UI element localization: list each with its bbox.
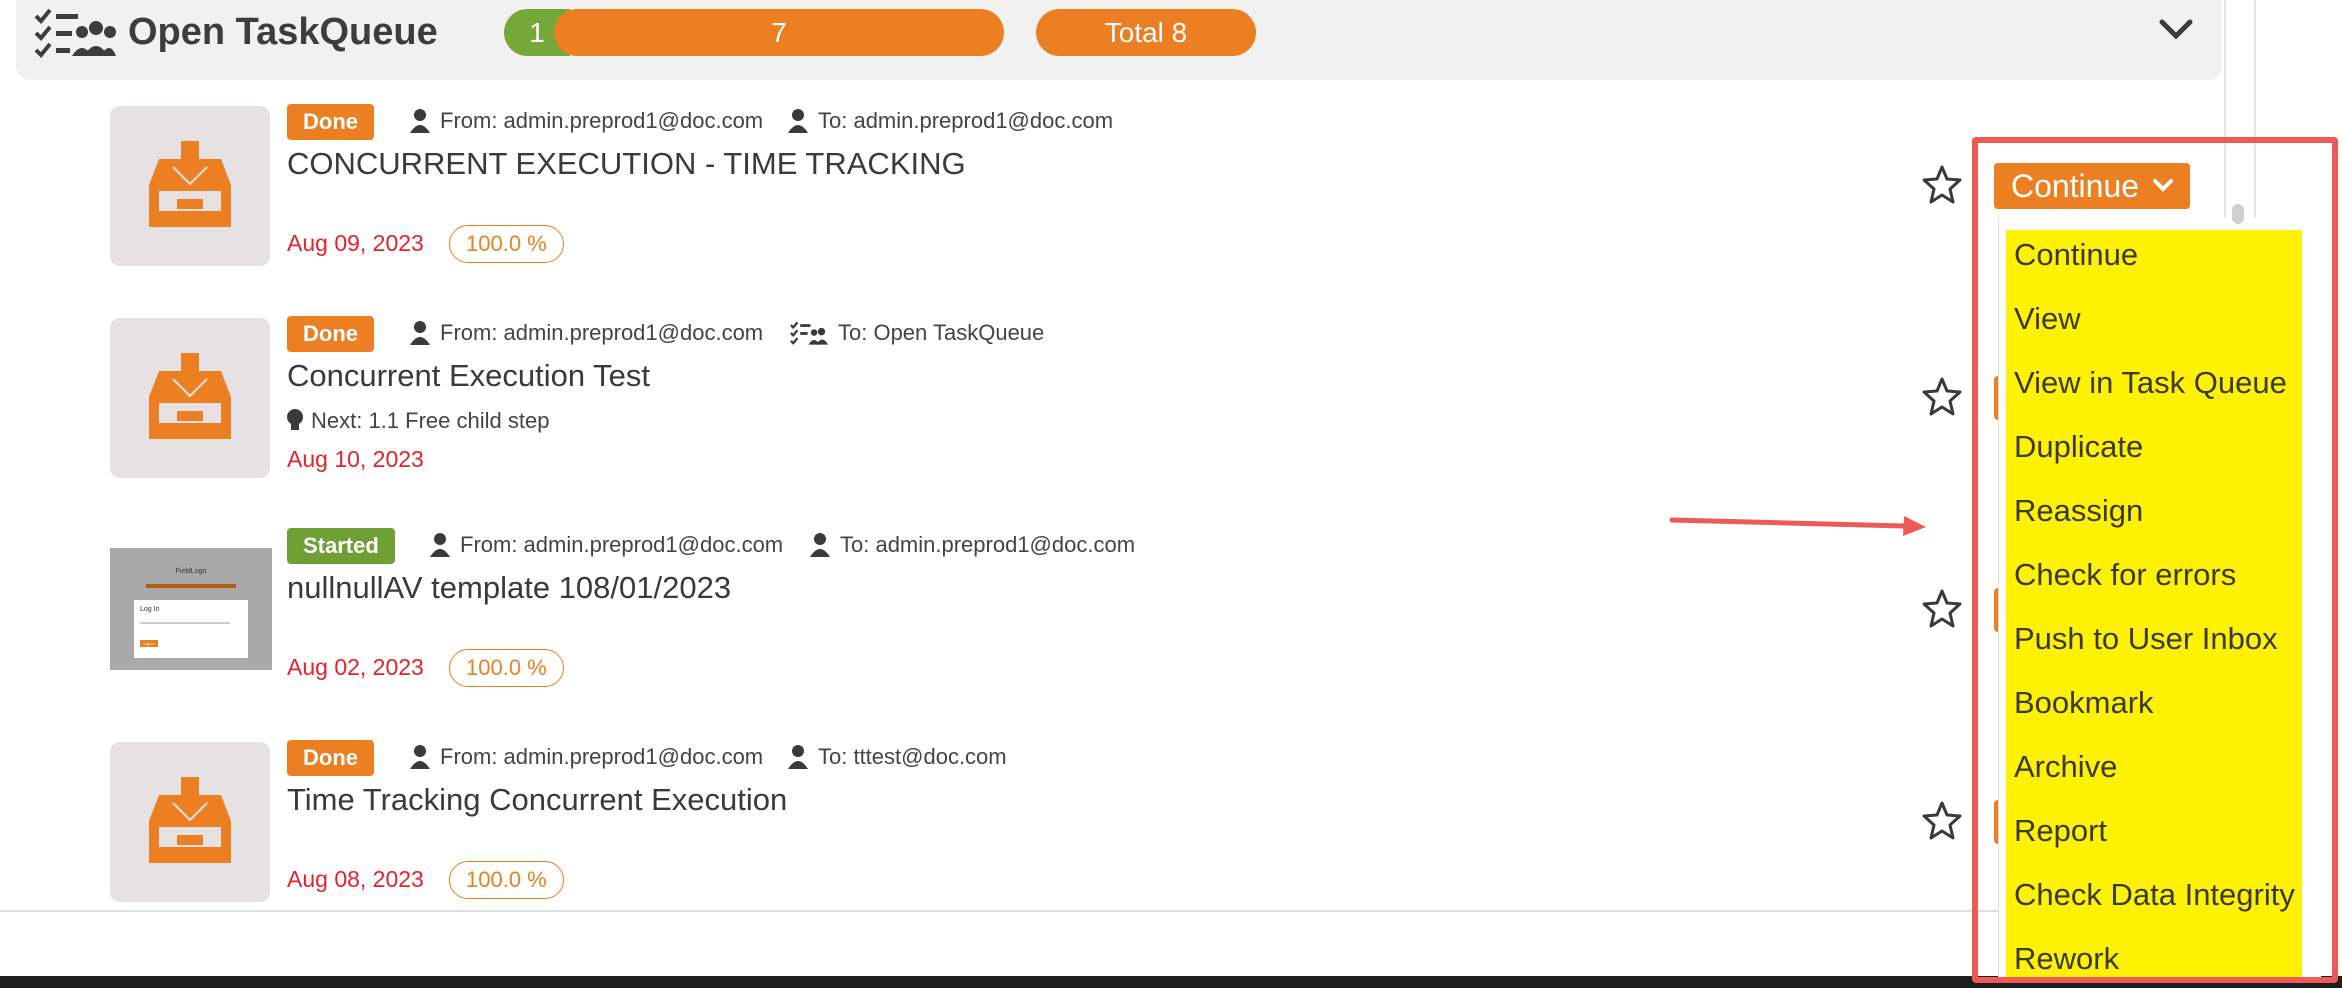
status-badge: Done <box>287 740 374 776</box>
to-text: To: admin.preprod1@doc.com <box>840 532 1136 557</box>
user-icon <box>410 109 430 133</box>
queue-title: Open TaskQueue <box>128 11 438 53</box>
inbox-download-icon <box>149 353 231 439</box>
task-to: To: tttest@doc.com <box>788 744 1007 770</box>
user-icon <box>430 533 450 557</box>
user-icon <box>788 109 808 133</box>
progress-badge: 100.0 % <box>449 225 564 263</box>
task-thumbnail[interactable] <box>110 106 270 266</box>
user-icon <box>810 533 830 557</box>
task-queue-icon <box>34 8 116 58</box>
divider <box>0 910 2224 912</box>
task-title[interactable]: Time Tracking Concurrent Execution <box>287 782 787 818</box>
progress-badge: 100.0 % <box>449 649 564 687</box>
status-counts[interactable]: 1 7 <box>504 9 1004 56</box>
status-badge: Done <box>287 316 374 352</box>
task-thumbnail[interactable] <box>110 318 270 478</box>
annotation-arrow-icon <box>1669 516 1926 536</box>
task-thumbnail[interactable] <box>110 742 270 902</box>
task-from: From: admin.preprod1@doc.com <box>410 108 763 134</box>
status-badge: Started <box>287 528 395 564</box>
from-text: From: admin.preprod1@doc.com <box>440 320 764 345</box>
annotation-highlight-box <box>1972 137 2338 983</box>
next-step-text: Next: 1.1 Free child step <box>311 408 550 433</box>
task-to: To: admin.preprod1@doc.com <box>788 108 1113 134</box>
total-count[interactable]: Total 8 <box>1036 9 1256 56</box>
to-text: To: tttest@doc.com <box>818 744 1007 769</box>
task-title[interactable]: nullnullAV template 108/01/2023 <box>287 570 731 606</box>
count-done: 7 <box>554 9 1004 56</box>
task-date: Aug 09, 2023 <box>287 230 424 256</box>
thumbnail-logo: FieldLogo <box>175 568 207 575</box>
task-thumbnail[interactable]: FieldLogo Log In Log In <box>110 548 272 670</box>
thumbnail-field <box>140 622 230 624</box>
user-icon <box>788 745 808 769</box>
inbox-download-icon <box>149 141 231 227</box>
inbox-download-icon <box>149 777 231 863</box>
user-icon <box>410 745 430 769</box>
thumbnail-login-button: Log In <box>140 640 158 647</box>
task-from: From: admin.preprod1@doc.com <box>410 320 763 346</box>
from-text: From: admin.preprod1@doc.com <box>460 532 784 557</box>
star-icon[interactable] <box>1922 800 1962 840</box>
star-icon[interactable] <box>1922 588 1962 628</box>
next-step: Next: 1.1 Free child step <box>287 408 549 434</box>
thumbnail-bar <box>146 584 236 588</box>
star-icon[interactable] <box>1922 376 1962 416</box>
chevron-down-icon[interactable] <box>2158 16 2194 44</box>
from-text: From: admin.preprod1@doc.com <box>440 108 764 133</box>
progress-badge: 100.0 % <box>449 861 564 899</box>
status-badge: Done <box>287 104 374 140</box>
task-date: Aug 02, 2023 <box>287 654 424 680</box>
star-icon[interactable] <box>1922 164 1962 204</box>
task-title[interactable]: CONCURRENT EXECUTION - TIME TRACKING <box>287 146 966 182</box>
thumbnail-login-heading: Log In <box>140 606 160 613</box>
task-to: To: admin.preprod1@doc.com <box>810 532 1135 558</box>
task-from: From: admin.preprod1@doc.com <box>430 532 783 558</box>
task-date: Aug 10, 2023 <box>287 446 424 472</box>
task-queue-icon <box>790 321 828 345</box>
lightbulb-icon <box>287 409 303 430</box>
to-text: To: admin.preprod1@doc.com <box>818 108 1114 133</box>
user-icon <box>410 321 430 345</box>
to-text: To: Open TaskQueue <box>838 320 1045 345</box>
task-to: To: Open TaskQueue <box>790 320 1044 346</box>
task-from: From: admin.preprod1@doc.com <box>410 744 763 770</box>
task-date: Aug 08, 2023 <box>287 866 424 892</box>
thumbnail-login-card: Log In Log In <box>134 600 248 658</box>
task-title[interactable]: Concurrent Execution Test <box>287 358 650 394</box>
from-text: From: admin.preprod1@doc.com <box>440 744 764 769</box>
